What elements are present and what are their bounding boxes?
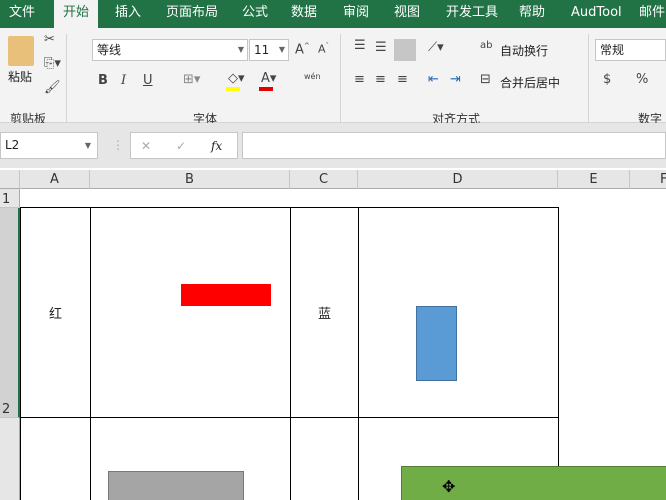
tab-insert[interactable]: 插入: [106, 0, 150, 28]
column-header-e[interactable]: E: [558, 170, 630, 189]
column-header-c[interactable]: C: [290, 170, 358, 189]
column-headers: A B C D E F: [0, 170, 666, 189]
align-top-icon[interactable]: ☰: [354, 38, 366, 53]
tab-page-layout[interactable]: 页面布局: [157, 0, 227, 28]
cell-b2[interactable]: [90, 207, 291, 418]
move-cursor-icon: ✥: [442, 477, 456, 496]
chevron-down-icon: ▼: [84, 141, 91, 150]
paste-icon[interactable]: [8, 36, 34, 66]
formula-bar: L2 ▼ ⋮ ✕ ✓ fx: [0, 123, 666, 168]
orientation-icon[interactable]: ⟋▾: [428, 40, 444, 55]
wrap-text-icon: ab: [480, 40, 493, 51]
cell-a3[interactable]: [20, 417, 91, 500]
ribbon-tabs: 文件 开始 插入 页面布局 公式 数据 审阅 视图 开发工具 帮助 AudToo…: [0, 0, 666, 28]
increase-font-icon[interactable]: A^: [295, 42, 310, 57]
decrease-font-icon[interactable]: Aˇ: [318, 42, 329, 56]
tab-data[interactable]: 数据: [282, 0, 326, 28]
enter-icon[interactable]: ✓: [176, 136, 186, 156]
percent-button[interactable]: %: [636, 72, 648, 87]
column-header-d[interactable]: D: [358, 170, 558, 189]
divider: [66, 34, 67, 122]
font-color-bar: [259, 87, 273, 91]
align-bottom-button[interactable]: [394, 39, 416, 61]
tab-formulas[interactable]: 公式: [233, 0, 277, 28]
chevron-down-icon: ▼: [278, 45, 285, 54]
align-middle-icon[interactable]: ☰: [375, 40, 387, 55]
align-center-icon[interactable]: ≡: [375, 72, 386, 87]
column-header-f[interactable]: F: [630, 170, 666, 189]
formula-input[interactable]: [242, 132, 666, 159]
cancel-icon[interactable]: ✕: [141, 136, 151, 156]
increase-indent-icon[interactable]: ⇥: [450, 72, 461, 87]
tab-developer[interactable]: 开发工具: [437, 0, 507, 28]
decrease-indent-icon[interactable]: ⇤: [428, 72, 439, 87]
column-header-a[interactable]: A: [20, 170, 90, 189]
fill-color-icon[interactable]: ◇▾: [228, 71, 245, 86]
bold-button[interactable]: B: [98, 73, 108, 88]
insert-function-icon[interactable]: fx: [211, 136, 222, 156]
copy-icon[interactable]: ⎘▾: [44, 56, 61, 71]
font-name-select[interactable]: 等线 ▼: [92, 39, 248, 61]
merge-icon: ⊟: [480, 72, 491, 87]
currency-button[interactable]: $: [603, 72, 611, 87]
format-painter-icon[interactable]: 🖌: [44, 80, 61, 95]
font-size-select[interactable]: 11 ▼: [249, 39, 289, 61]
name-box-value: L2: [5, 138, 20, 152]
tab-mail[interactable]: 邮件: [638, 0, 665, 28]
paste-button[interactable]: 粘贴: [8, 68, 32, 85]
wrap-text-button[interactable]: 自动换行: [500, 42, 548, 59]
phonetic-button[interactable]: wén: [304, 72, 321, 81]
divider: [588, 34, 589, 122]
font-size-value: 11: [254, 43, 270, 57]
italic-button[interactable]: I: [121, 73, 126, 88]
more-icon: ⋮: [112, 138, 124, 152]
number-format-select[interactable]: 常规: [595, 39, 666, 61]
tab-view[interactable]: 视图: [385, 0, 429, 28]
column-header-b[interactable]: B: [90, 170, 290, 189]
border-icon[interactable]: ⊞▾: [183, 72, 200, 87]
tab-file[interactable]: 文件: [0, 0, 44, 28]
row-header-2[interactable]: 2: [0, 208, 20, 418]
cell-c2[interactable]: 蓝: [290, 207, 359, 418]
row-header-3[interactable]: [0, 418, 20, 500]
merge-center-button[interactable]: 合并后居中: [500, 74, 560, 91]
tab-help[interactable]: 帮助: [510, 0, 554, 28]
divider: [340, 34, 341, 122]
cell-d2[interactable]: [358, 207, 559, 418]
name-box[interactable]: L2 ▼: [0, 132, 98, 159]
green-rectangle-shape[interactable]: [401, 466, 666, 500]
ribbon: 粘贴 ✂ ⎘▾ 🖌 剪贴板 等线 ▼ 11 ▼ A^ Aˇ B I U ⊞▾ ◇▾ …: [0, 28, 666, 126]
font-name-value: 等线: [97, 43, 122, 57]
underline-button[interactable]: U: [143, 73, 153, 88]
align-left-icon[interactable]: ≡: [354, 72, 365, 87]
row-header-1[interactable]: 1: [0, 189, 20, 208]
fill-color-bar: [226, 87, 240, 91]
font-color-icon[interactable]: A▾: [261, 71, 276, 86]
cut-icon[interactable]: ✂: [44, 32, 55, 47]
red-rectangle-shape[interactable]: [181, 284, 271, 306]
tab-audtool[interactable]: AudTool: [562, 0, 631, 28]
formula-buttons: ✕ ✓ fx: [130, 132, 238, 159]
cell-a2[interactable]: 红: [20, 207, 91, 418]
blue-rectangle-shape[interactable]: [416, 306, 457, 381]
select-all-button[interactable]: [0, 170, 20, 189]
cell-c3[interactable]: [290, 417, 359, 500]
gray-rectangle-shape[interactable]: [108, 471, 244, 500]
align-right-icon[interactable]: ≡: [397, 72, 408, 87]
chevron-down-icon: ▼: [237, 45, 244, 54]
tab-home[interactable]: 开始: [54, 0, 99, 28]
tab-review[interactable]: 审阅: [334, 0, 378, 28]
